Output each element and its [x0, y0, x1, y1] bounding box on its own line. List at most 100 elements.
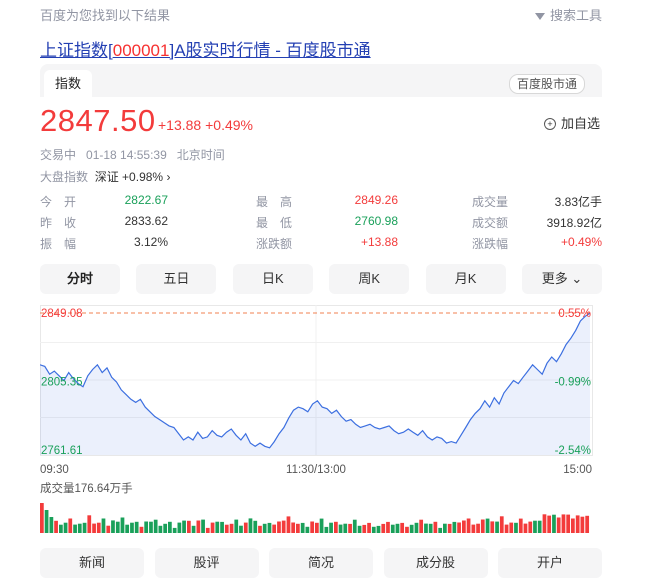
volume-bar — [267, 522, 272, 533]
volume-bar — [258, 525, 262, 533]
volume-bar — [414, 522, 419, 533]
volume-bar — [329, 522, 333, 533]
bottom-tab[interactable]: 股评 — [154, 548, 259, 578]
stat-label: 今 开 — [40, 195, 77, 209]
volume-bar — [571, 518, 575, 533]
status-text: 交易中 — [40, 148, 77, 162]
volume-bar — [480, 519, 485, 533]
volume-bar — [466, 518, 471, 533]
volume-bar — [229, 523, 234, 533]
volume-bar — [338, 524, 343, 533]
volume-bar — [457, 522, 461, 533]
volume-bar — [348, 523, 352, 533]
search-tools-label: 搜索工具 — [549, 8, 602, 23]
source-badge[interactable]: 百度股市通 — [509, 74, 586, 94]
volume-bar — [319, 518, 324, 533]
volume-bar — [343, 523, 348, 533]
result-title-link[interactable]: 上证指数[000001]A股实时行情 - 百度股市通 — [40, 36, 371, 61]
volume-bar — [96, 522, 101, 533]
y-right-tick: 0.55% — [558, 308, 591, 320]
intraday-chart[interactable]: 2849.08 2805.35 2761.61 0.55% -0.99% -2.54% 09… — [40, 305, 602, 545]
stat-value: 2833.62 — [124, 214, 168, 228]
period-tab[interactable]: 日K — [232, 264, 313, 294]
volume-bar — [424, 523, 428, 533]
volume-bar — [490, 521, 495, 533]
volume-bar — [115, 521, 120, 533]
stat-value: 3.12% — [133, 235, 168, 249]
period-tab[interactable]: 五日 — [136, 264, 217, 294]
change-amount: +13.88 — [158, 117, 202, 133]
volume-bar — [310, 521, 315, 533]
volume-bar — [101, 518, 106, 533]
volume-bar — [149, 521, 153, 533]
volume-bar — [125, 524, 130, 533]
trading-status: 交易中 01-18 14:55:39 北京时间 — [40, 146, 225, 163]
volume-bar — [381, 523, 386, 533]
bottom-tab[interactable]: 成分股 — [383, 548, 488, 578]
volume-bar — [215, 521, 220, 533]
bottom-tab[interactable]: 简况 — [269, 548, 373, 578]
volume-bar — [59, 524, 63, 533]
volume-bar — [447, 523, 452, 533]
volume-bar — [130, 522, 134, 533]
volume-bar — [243, 522, 248, 533]
volume-bar — [134, 521, 139, 533]
stock-code: 000001 — [112, 41, 170, 60]
stat-label: 最 高 — [256, 195, 293, 209]
timezone: 北京时间 — [176, 148, 225, 162]
volume-bar — [471, 524, 476, 533]
volume-bar — [106, 525, 111, 533]
volume-bar — [272, 524, 277, 533]
y-right-tick: -2.54% — [555, 445, 591, 457]
stat-label: 成交额 — [472, 216, 509, 230]
search-tools-button[interactable]: 搜索工具 — [534, 5, 602, 24]
volume-bar — [210, 522, 215, 533]
add-watchlist-label: 加自选 — [561, 116, 601, 131]
volume-bar — [220, 521, 224, 533]
stat-value: 2822.67 — [124, 193, 168, 207]
related-index-link[interactable]: 大盘指数 深证 +0.98% › — [40, 168, 170, 185]
volume-label: 成交量176.64万手 — [40, 481, 133, 495]
volume-bar — [296, 523, 300, 533]
volume-bar — [277, 521, 281, 533]
period-tab[interactable]: 月K — [425, 264, 506, 294]
volume-bar — [433, 521, 438, 533]
volume-bar — [281, 520, 286, 533]
volume-bar — [286, 516, 291, 533]
period-tab[interactable]: 分时 — [40, 264, 120, 294]
period-tab[interactable]: 更多 ⌄ — [522, 264, 602, 294]
volume-bar — [585, 515, 590, 533]
volume-bar — [77, 523, 82, 533]
volume-bar — [334, 521, 338, 533]
bottom-tab[interactable]: 开户 — [498, 548, 602, 578]
volume-bar — [542, 514, 547, 533]
volume-bar — [168, 521, 172, 533]
volume-bar — [552, 514, 556, 533]
y-right-tick: -0.99% — [555, 376, 591, 388]
result-count-note: 百度为您找到以下结果 — [40, 8, 171, 23]
volume-bar — [196, 520, 201, 533]
stat-label: 昨 收 — [40, 216, 77, 230]
volume-bar — [224, 524, 229, 533]
volume-bar — [438, 527, 443, 533]
volume-bar — [495, 521, 499, 533]
volume-bar — [485, 518, 490, 533]
bottom-tab[interactable]: 新闻 — [40, 548, 144, 578]
volume-bar — [144, 521, 149, 533]
volume-bar — [73, 524, 77, 533]
quote-time: 01-18 14:55:39 — [86, 148, 167, 162]
volume-bar — [533, 520, 537, 533]
add-watchlist-button[interactable]: + 加自选 — [544, 113, 600, 132]
tab-index[interactable]: 指数 — [44, 70, 92, 97]
volume-bar — [172, 527, 177, 533]
y-left-tick: 2761.61 — [41, 445, 83, 457]
filter-icon — [534, 13, 545, 21]
period-tab[interactable]: 周K — [329, 264, 410, 294]
volume-bar — [205, 527, 210, 533]
volume-bar — [514, 522, 518, 533]
volume-bar — [409, 524, 414, 533]
stat-value: 2849.26 — [354, 193, 398, 207]
volume-bar — [82, 522, 87, 533]
y-left-tick: 2849.08 — [41, 308, 83, 320]
stat-value: +0.49% — [560, 235, 602, 249]
